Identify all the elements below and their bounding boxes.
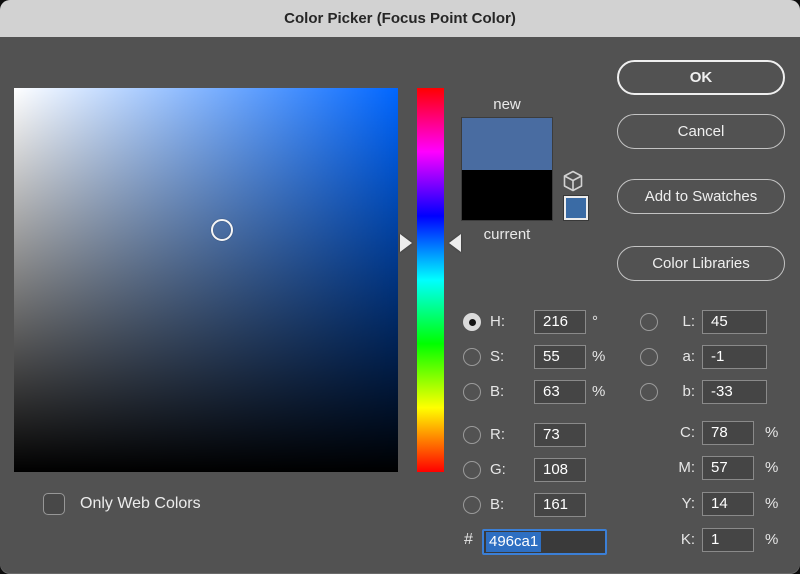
hue-slider-arrow-right-icon[interactable] xyxy=(449,234,461,252)
current-color-swatch[interactable] xyxy=(462,170,552,220)
m-unit: % xyxy=(765,459,779,476)
field-label-l: L: xyxy=(682,313,695,330)
l-input[interactable]: 45 xyxy=(702,310,767,334)
field-label-m: M: xyxy=(678,459,695,476)
field-label-k: K: xyxy=(680,531,695,548)
web-gamut-warning-cube-icon[interactable] xyxy=(561,169,585,193)
new-color-swatch xyxy=(462,118,552,170)
field-row-l: L: 45 xyxy=(0,310,800,334)
field-label-lab-b: b: xyxy=(682,383,695,400)
only-web-colors-checkbox[interactable] xyxy=(43,493,65,515)
a-input[interactable]: -1 xyxy=(702,345,767,369)
add-to-swatches-button[interactable]: Add to Swatches xyxy=(617,179,785,214)
field-label-c: C: xyxy=(680,424,695,441)
field-label-y: Y: xyxy=(681,495,695,512)
c-unit: % xyxy=(765,424,779,441)
field-label-a: a: xyxy=(682,348,695,365)
current-swatch-label: current xyxy=(483,226,531,243)
color-libraries-button[interactable]: Color Libraries xyxy=(617,246,785,281)
c-input[interactable]: 78 xyxy=(702,421,754,445)
k-input[interactable]: 1 xyxy=(702,528,754,552)
ok-button[interactable]: OK xyxy=(617,60,785,95)
y-unit: % xyxy=(765,495,779,512)
color-picker-ring[interactable] xyxy=(211,219,233,241)
field-row-a: a: -1 xyxy=(0,345,800,369)
field-row-k: K: 1 % xyxy=(0,528,800,552)
hue-slider-arrow-left-icon[interactable] xyxy=(400,234,412,252)
new-swatch-label: new xyxy=(493,96,521,113)
field-row-c: C: 78 % xyxy=(0,421,800,445)
field-row-m: M: 57 % xyxy=(0,456,800,480)
color-picker-dialog: Color Picker (Focus Point Color) new cur… xyxy=(0,0,800,574)
lab-b-input[interactable]: -33 xyxy=(702,380,767,404)
swatch-stack xyxy=(461,117,553,221)
saturation-brightness-field[interactable] xyxy=(14,88,398,472)
cancel-button[interactable]: Cancel xyxy=(617,114,785,149)
field-row-lab-b: b: -33 xyxy=(0,380,800,404)
only-web-colors-label: Only Web Colors xyxy=(80,495,201,512)
hue-slider[interactable] xyxy=(417,88,444,472)
y-input[interactable]: 14 xyxy=(702,492,754,516)
websafe-color-swatch[interactable] xyxy=(563,195,589,221)
k-unit: % xyxy=(765,531,779,548)
dialog-titlebar[interactable]: Color Picker (Focus Point Color) xyxy=(0,0,800,37)
m-input[interactable]: 57 xyxy=(702,456,754,480)
